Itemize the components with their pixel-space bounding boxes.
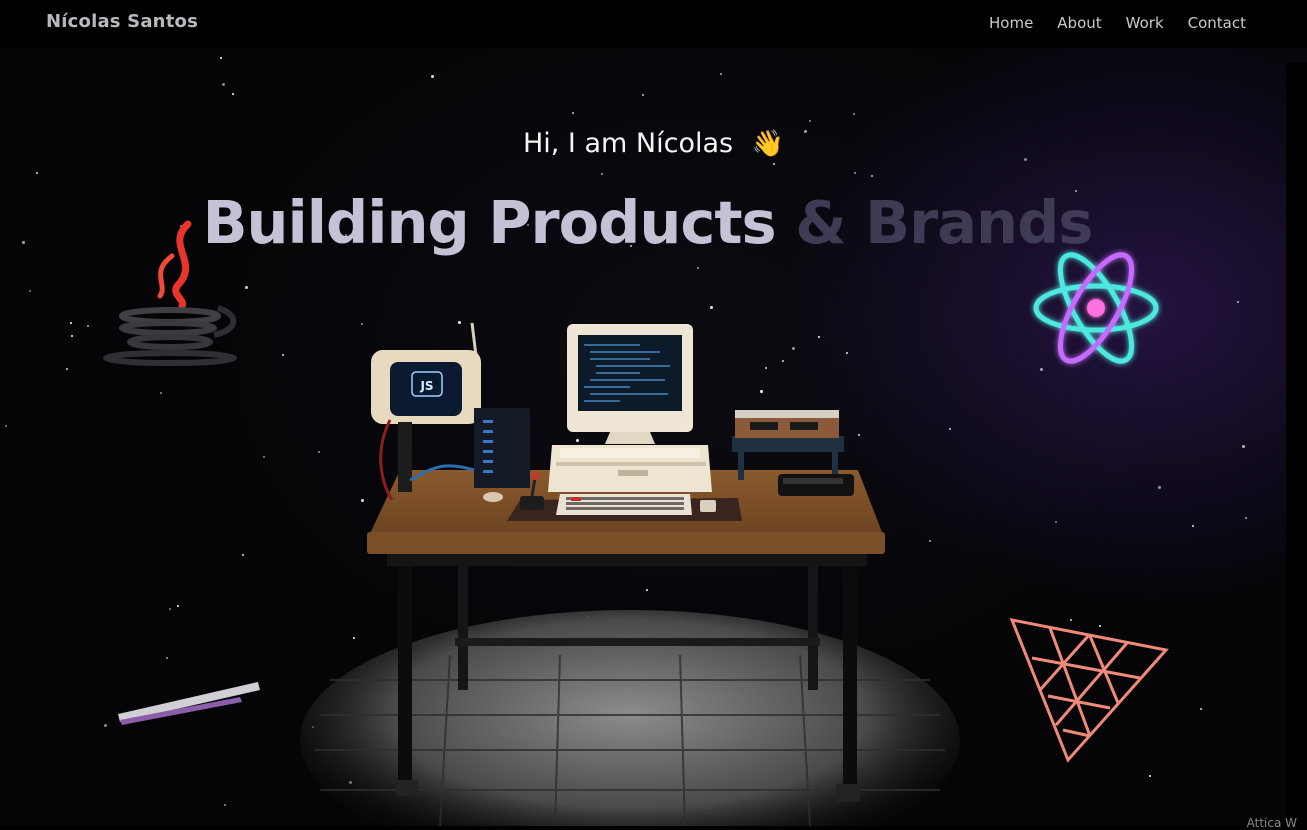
hero-headline: Building Products & Brands bbox=[0, 188, 1295, 257]
navbar: Nícolas Santos Home About Work Contact bbox=[0, 0, 1307, 48]
crt-monitor bbox=[567, 324, 693, 444]
nav-link-home[interactable]: Home bbox=[989, 14, 1033, 32]
hero-greeting: Hi, I am Nícolas 👋 bbox=[0, 128, 1307, 159]
nav-link-about[interactable]: About bbox=[1057, 14, 1101, 32]
nav-link-contact[interactable]: Contact bbox=[1188, 14, 1246, 32]
3d-scene: JS bbox=[103, 220, 1169, 826]
headline-primary: Building Products bbox=[202, 188, 777, 257]
headline-secondary: & Brands bbox=[795, 188, 1093, 257]
greeting-text: Hi, I am Nícolas bbox=[522, 128, 734, 159]
nav-link-work[interactable]: Work bbox=[1126, 14, 1164, 32]
brand-logo[interactable]: Nícolas Santos bbox=[46, 11, 198, 32]
react-icon bbox=[1033, 252, 1159, 364]
js-badge-text: JS bbox=[419, 379, 433, 393]
credit-text: Attica W bbox=[1246, 816, 1297, 830]
computer-case bbox=[548, 445, 712, 492]
threejs-icon bbox=[1009, 618, 1169, 763]
stick-icon bbox=[118, 682, 260, 725]
nav-links: Home About Work Contact bbox=[989, 14, 1246, 32]
wave-emoji-icon: 👋 bbox=[751, 129, 785, 159]
